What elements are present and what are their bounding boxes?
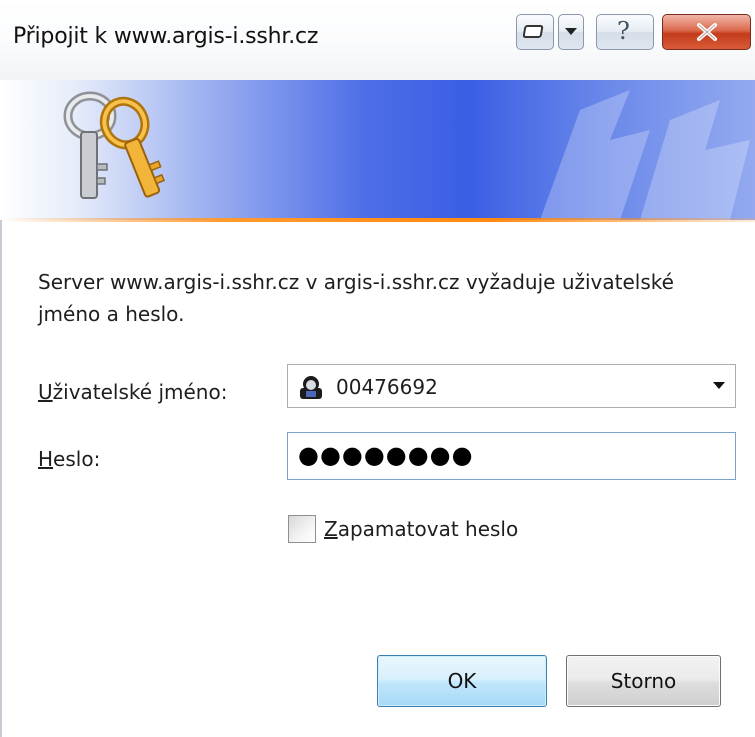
username-combobox[interactable]: 00476692 [287, 364, 736, 408]
ok-button[interactable]: OK [377, 655, 547, 707]
help-button[interactable]: ? [596, 14, 654, 50]
username-label-accel: U [38, 380, 53, 404]
password-label: Heslo: [38, 447, 100, 471]
remember-password-checkbox[interactable] [288, 515, 316, 543]
close-icon [697, 23, 717, 41]
password-masked-value: ●●●●●●●● [298, 441, 474, 469]
help-icon: ? [617, 17, 630, 45]
window-menu-icon [523, 25, 544, 38]
keys-icon [63, 91, 166, 199]
auth-message: Server www.argis-i.sshr.cz v argis-i.ssh… [38, 270, 674, 326]
window-menu-dropdown-button[interactable] [558, 14, 584, 50]
dialog-banner [0, 80, 755, 220]
chevron-down-icon[interactable] [713, 382, 725, 390]
banner-watermark [540, 90, 750, 220]
window-title: Připojit k www.argis-i.sshr.cz [13, 24, 319, 49]
banner-accent-line [0, 218, 755, 222]
window-menu-button[interactable] [516, 14, 554, 50]
remember-label-text: apamatovat heslo [337, 517, 519, 541]
password-label-accel: H [38, 447, 54, 471]
username-value: 00476692 [336, 375, 438, 399]
cancel-button[interactable]: Storno [566, 655, 721, 707]
title-bar[interactable]: Připojit k www.argis-i.sshr.cz ? [0, 0, 755, 80]
username-label-text: živatelské jméno: [52, 380, 228, 404]
user-account-icon [300, 376, 322, 399]
remember-password-label[interactable]: Zapamatovat heslo [324, 517, 518, 541]
password-field[interactable]: ●●●●●●●● [287, 432, 736, 480]
remember-label-accel: Z [324, 517, 338, 541]
username-label: Uživatelské jméno: [38, 380, 227, 404]
close-button[interactable] [662, 14, 751, 50]
chevron-down-icon [565, 28, 577, 35]
window-frame-edge [0, 220, 2, 737]
password-label-text: eslo: [53, 447, 101, 471]
